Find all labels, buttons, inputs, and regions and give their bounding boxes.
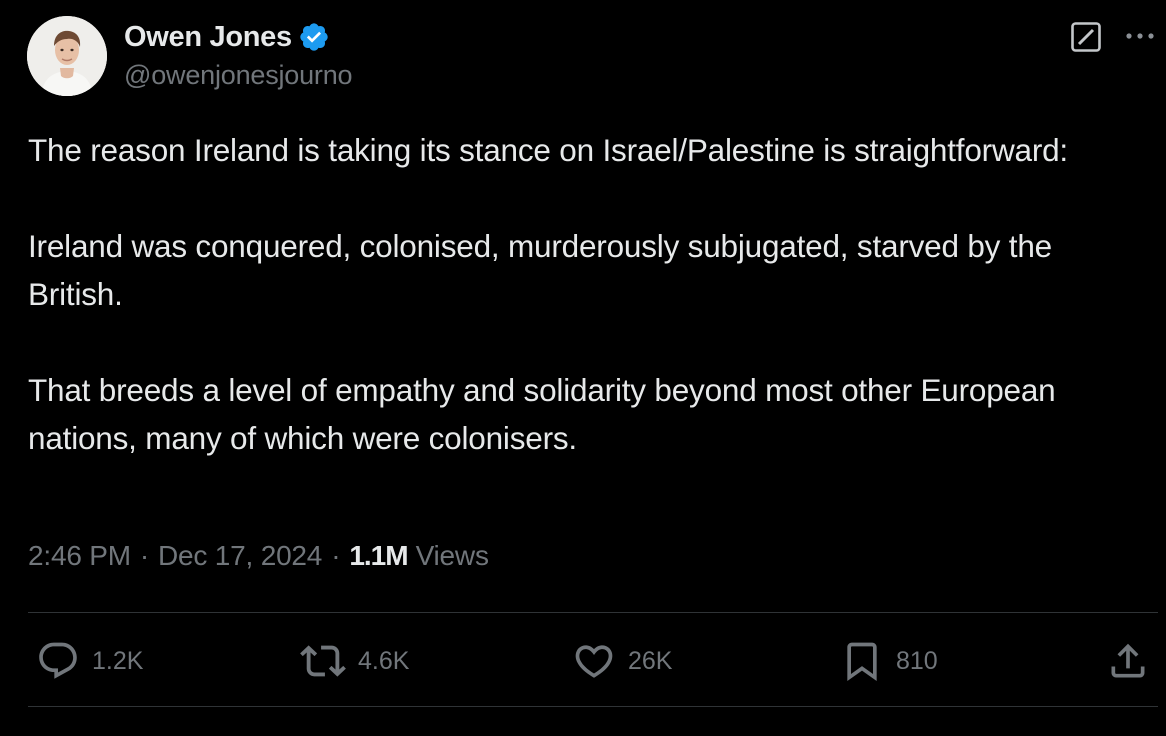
tweet-text: The reason Ireland is taking its stance … xyxy=(28,126,1148,462)
name-row: Owen Jones xyxy=(124,20,330,54)
tweet-meta: 2:46 PM · Dec 17, 2024 · 1.1M Views xyxy=(28,540,489,572)
views-label[interactable]: Views xyxy=(416,540,489,572)
divider xyxy=(28,706,1158,707)
reply-icon xyxy=(36,639,80,683)
like-button[interactable]: 26K xyxy=(572,636,672,686)
repost-count: 4.6K xyxy=(358,646,410,675)
tweet: Owen Jones @owenjonesjourno The reason I… xyxy=(0,0,1166,736)
display-name[interactable]: Owen Jones xyxy=(124,21,292,54)
action-bar: 1.2K 4.6K 26K 810 xyxy=(28,636,1158,686)
tweet-paragraph: That breeds a level of empathy and solid… xyxy=(28,372,1056,456)
like-count: 26K xyxy=(628,646,673,675)
meta-separator: · xyxy=(139,540,150,571)
bookmark-button[interactable]: 810 xyxy=(840,636,938,686)
share-button[interactable] xyxy=(1106,636,1150,686)
avatar[interactable] xyxy=(27,16,107,96)
verified-badge-icon[interactable] xyxy=(298,21,330,53)
share-icon xyxy=(1106,639,1150,683)
tweet-date[interactable]: Dec 17, 2024 xyxy=(158,540,322,572)
more-icon[interactable] xyxy=(1122,22,1158,50)
reply-button[interactable]: 1.2K xyxy=(36,636,143,686)
meta-separator: · xyxy=(331,540,341,571)
divider xyxy=(28,612,1158,613)
handle[interactable]: @owenjonesjourno xyxy=(124,60,353,91)
bookmark-count: 810 xyxy=(896,646,938,675)
bookmark-icon xyxy=(840,639,884,683)
tweet-paragraph: Ireland was conquered, colonised, murder… xyxy=(28,228,1052,312)
views-count[interactable]: 1.1M xyxy=(349,540,408,572)
repost-icon xyxy=(300,638,346,684)
tweet-paragraph: The reason Ireland is taking its stance … xyxy=(28,132,1068,168)
like-icon xyxy=(572,639,616,683)
reply-count: 1.2K xyxy=(92,646,144,675)
repost-button[interactable]: 4.6K xyxy=(300,636,409,686)
grok-icon[interactable] xyxy=(1070,21,1102,53)
tweet-time[interactable]: 2:46 PM xyxy=(28,540,131,572)
